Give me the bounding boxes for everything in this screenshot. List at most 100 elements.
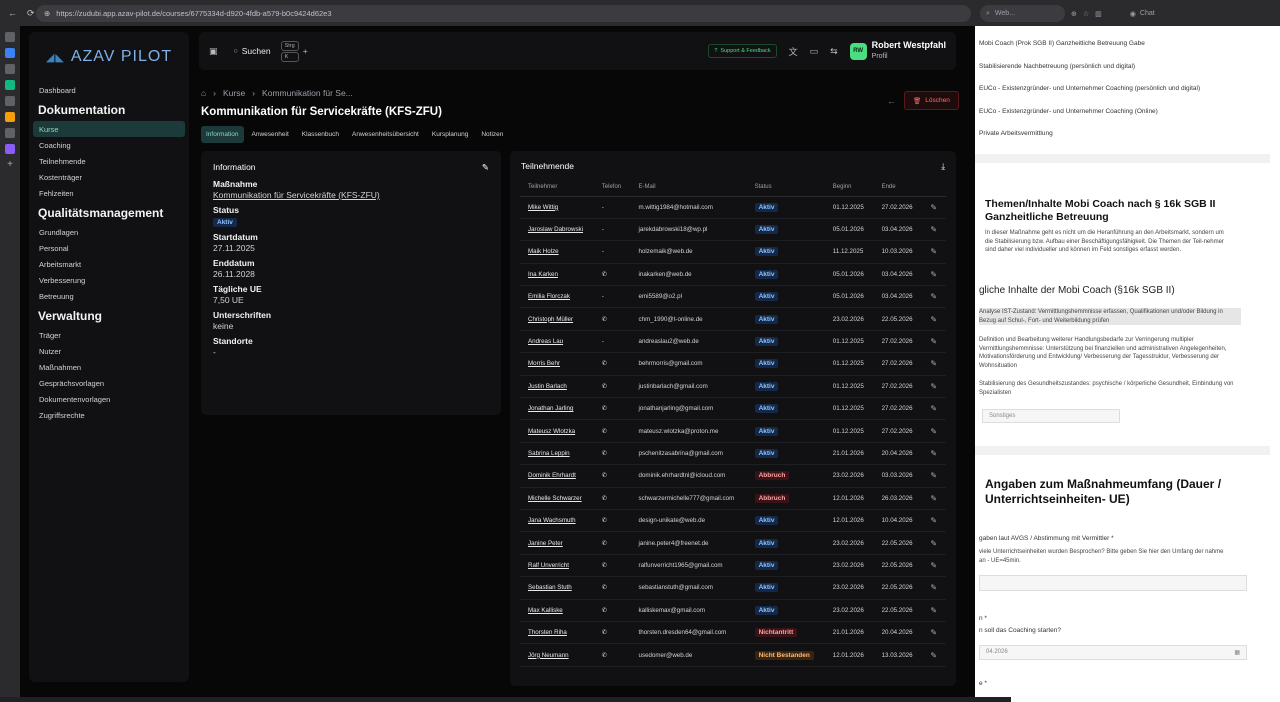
col-header[interactable]: Telefon bbox=[593, 179, 631, 197]
participant-name[interactable]: Andreas Lau bbox=[520, 330, 594, 354]
breadcrumb-kurse[interactable]: Kurse bbox=[223, 88, 245, 98]
edit-icon[interactable]: ✎ bbox=[922, 375, 946, 399]
participant-name[interactable]: Jaroslaw Dabrowski bbox=[520, 218, 594, 242]
swap-icon[interactable]: ⇆ bbox=[830, 46, 838, 57]
table-row[interactable]: Thorsten Riha ✆ thorsten.dresden64@gmail.c… bbox=[520, 621, 946, 645]
participant-name[interactable]: Maik Holze bbox=[520, 240, 594, 264]
table-row[interactable]: Sebastian Stuth ✆ sebastianstuth@gmail.com… bbox=[520, 576, 946, 600]
sidebar-item-arbeitsmarkt[interactable]: Arbeitsmarkt bbox=[33, 256, 185, 272]
participant-name[interactable]: Dominik Ehrhardt bbox=[520, 464, 594, 488]
app-icon[interactable] bbox=[5, 48, 15, 58]
table-row[interactable]: Maik Holze - holzemaik@web.de Aktiv 11.12.20… bbox=[520, 240, 946, 264]
table-row[interactable]: Jaroslaw Dabrowski - jarekdabrowski18@wp.p… bbox=[520, 218, 946, 242]
edit-icon[interactable]: ✎ bbox=[922, 352, 946, 376]
phone-cell[interactable]: ✆ bbox=[593, 599, 631, 622]
sidebar-item-kurse[interactable]: Kurse bbox=[33, 121, 185, 137]
user-menu[interactable]: Robert Westpfahl Profil bbox=[872, 40, 946, 62]
table-row[interactable]: Justin Barlach ✆ justinbarlach@gmail.com Ak… bbox=[520, 375, 946, 399]
phone-cell[interactable]: ✆ bbox=[593, 397, 631, 421]
sidebar-item-verbesserung[interactable]: Verbesserung bbox=[33, 272, 185, 288]
participant-name[interactable]: Christoph Müller bbox=[520, 307, 594, 331]
add-icon[interactable]: + bbox=[5, 160, 15, 170]
chat-button[interactable]: ◉ Chat bbox=[1130, 10, 1155, 18]
calendar-icon[interactable]: ▦ bbox=[1234, 649, 1240, 656]
edit-icon[interactable]: ✎ bbox=[922, 554, 946, 578]
sidebar-toggle-icon[interactable]: ▥ bbox=[1095, 10, 1102, 18]
app-icon[interactable] bbox=[5, 144, 15, 154]
phone-cell[interactable]: - bbox=[593, 285, 631, 309]
table-row[interactable]: Max Kalliske ✆ kalliskemax@gmail.com Aktiv 2… bbox=[520, 599, 946, 622]
participant-name[interactable]: Ralf Unverricht bbox=[520, 554, 594, 578]
edit-icon[interactable]: ✎ bbox=[922, 621, 946, 645]
col-header[interactable]: Status bbox=[746, 179, 825, 197]
edit-icon[interactable]: ✎ bbox=[922, 240, 946, 264]
sidebar-item-personal[interactable]: Personal bbox=[33, 240, 185, 256]
sidebar-toggle-icon[interactable]: ▣ bbox=[209, 46, 218, 57]
topic-item[interactable]: Definition und Bearbeitung weiterer Hand… bbox=[979, 336, 1241, 370]
phone-cell[interactable]: ✆ bbox=[593, 375, 631, 399]
edit-icon[interactable]: ✎ bbox=[922, 599, 946, 622]
participant-name[interactable]: Janine Peter bbox=[520, 531, 594, 555]
edit-icon[interactable]: ✎ bbox=[922, 643, 946, 667]
edit-icon[interactable]: ✎ bbox=[922, 285, 946, 309]
edit-icon[interactable]: ✎ bbox=[922, 218, 946, 242]
phone-cell[interactable]: - bbox=[593, 218, 631, 242]
phone-cell[interactable]: ✆ bbox=[593, 419, 631, 443]
table-row[interactable]: Jonathan Jarling ✆ jonathanjarling@gmail.c… bbox=[520, 397, 946, 421]
app-icon[interactable] bbox=[5, 96, 15, 106]
table-row[interactable]: Morris Behr ✆ behrmorris@gmail.com Aktiv 01.… bbox=[520, 352, 946, 376]
sidebar-item-nutzer[interactable]: Nutzer bbox=[33, 343, 185, 359]
sidebar-item-coaching[interactable]: Coaching bbox=[33, 137, 185, 153]
table-row[interactable]: Andreas Lau - andreaslau2@web.de Aktiv 01.12… bbox=[520, 330, 946, 354]
participant-name[interactable]: Emilia Florczak bbox=[520, 285, 594, 309]
app-icon[interactable] bbox=[5, 32, 15, 42]
table-row[interactable]: Jörg Neumann ✆ usedomer@web.de Nicht Bestan… bbox=[520, 643, 946, 667]
tab-notizen[interactable]: Notizen bbox=[476, 126, 508, 143]
edit-icon[interactable]: ✎ bbox=[922, 330, 946, 354]
participant-name[interactable]: Jörg Neumann bbox=[520, 643, 594, 667]
app-icon[interactable] bbox=[5, 128, 15, 138]
sidebar-item-dokumentenvorlagen[interactable]: Dokumentenvorlagen bbox=[33, 391, 185, 407]
table-row[interactable]: Dominik Ehrhardt ✆ dominik.ehrhardtnl@iclo… bbox=[520, 464, 946, 488]
table-row[interactable]: Ralf Unverricht ✆ ralfunverricht1965@gmail… bbox=[520, 554, 946, 578]
phone-cell[interactable]: ✆ bbox=[593, 263, 631, 287]
side-search-box[interactable]: ⌕ Web... bbox=[980, 5, 1065, 22]
phone-cell[interactable]: - bbox=[593, 196, 631, 219]
sidebar-item-zugriffsrechte[interactable]: Zugriffsrechte bbox=[33, 407, 185, 423]
participant-name[interactable]: Mike Wittig bbox=[520, 196, 594, 219]
participant-name[interactable]: Jonathan Jarling bbox=[520, 397, 594, 421]
participant-name[interactable]: Morris Behr bbox=[520, 352, 594, 376]
phone-cell[interactable]: ✆ bbox=[593, 307, 631, 331]
ue-input[interactable] bbox=[979, 575, 1247, 591]
participant-name[interactable]: Justin Barlach bbox=[520, 375, 594, 399]
col-header[interactable]: E-Mail bbox=[630, 179, 747, 197]
table-row[interactable]: Michelle Schwarzer ✆ schwarzermichelle777@… bbox=[520, 487, 946, 510]
participant-name[interactable]: Michelle Schwarzer bbox=[520, 487, 594, 510]
avatar[interactable]: RW bbox=[849, 42, 867, 60]
address-bar[interactable]: ⊕ https://zudubi.app.azav-pilot.de/cours… bbox=[36, 5, 1280, 702]
edit-icon[interactable]: ✎ bbox=[922, 464, 946, 488]
edit-icon[interactable]: ✎ bbox=[922, 419, 946, 443]
phone-cell[interactable]: ✆ bbox=[593, 487, 631, 510]
tab-anwesenheit[interactable]: Anwesenheit bbox=[247, 126, 294, 143]
phone-cell[interactable]: ✆ bbox=[593, 442, 631, 466]
support-feedback-button[interactable]: ? Support & Feedback bbox=[708, 44, 777, 58]
app-icon[interactable] bbox=[5, 80, 15, 90]
sidebar-item-teilnehmende[interactable]: Teilnehmende bbox=[33, 153, 185, 169]
site-info-icon[interactable]: ⊕ bbox=[44, 9, 50, 18]
phone-cell[interactable]: ✆ bbox=[593, 554, 631, 578]
sidebar-item-grundlagen[interactable]: Grundlagen bbox=[33, 224, 185, 240]
start-date-input[interactable]: 04.2026 ▦ bbox=[979, 645, 1247, 660]
tab-kursplanung[interactable]: Kursplanung bbox=[427, 126, 474, 143]
sidebar-item-traeger[interactable]: Träger bbox=[33, 327, 185, 343]
table-row[interactable]: Ina Karken ✆ inakarken@web.de Aktiv 05.01.20… bbox=[520, 263, 946, 287]
table-row[interactable]: Sabrina Leppin ✆ pschenitzasabrina@gmail.c… bbox=[520, 442, 946, 466]
home-icon[interactable]: ⌂ bbox=[201, 88, 206, 98]
topic-item[interactable]: Stabilisierung des Gesundheitszustandes:… bbox=[979, 380, 1241, 397]
participant-name[interactable]: Ina Karken bbox=[520, 263, 594, 287]
star-icon[interactable]: ☆ bbox=[1083, 10, 1089, 18]
topic-item[interactable]: Analyse IST-Zustand: Vermittlungshemmnis… bbox=[979, 308, 1241, 325]
tab-klassenbuch[interactable]: Klassenbuch bbox=[297, 126, 344, 143]
table-row[interactable]: Janine Peter ✆ janine.peter4@freenet.de Akt… bbox=[520, 531, 946, 555]
download-icon[interactable]: ⤓ bbox=[941, 161, 945, 172]
